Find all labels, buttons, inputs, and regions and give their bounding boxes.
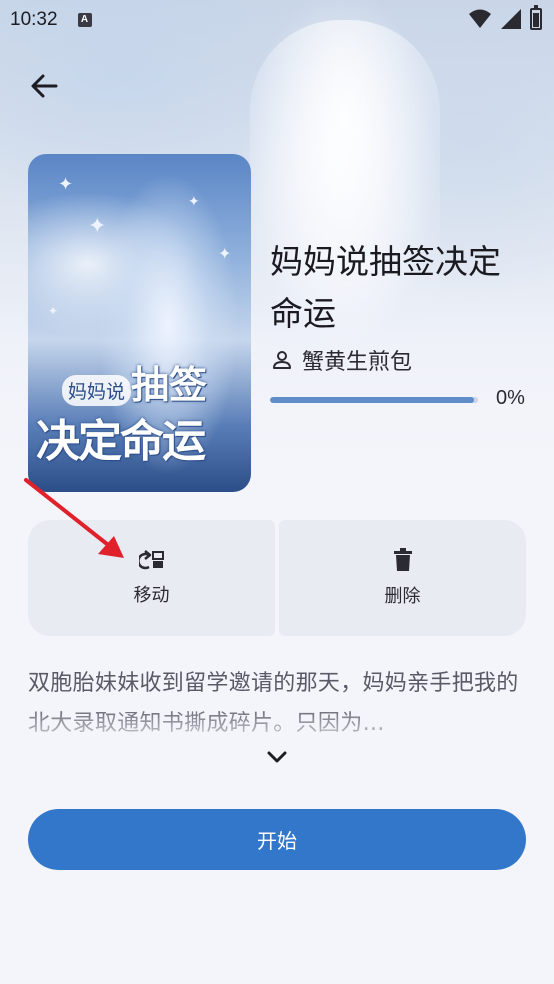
author-name: 蟹黄生煎包: [302, 350, 413, 375]
back-button[interactable]: [24, 66, 64, 106]
cover-star-decoration: ✦: [58, 174, 74, 195]
trash-icon: [393, 548, 412, 571]
notification-icon: A: [77, 13, 92, 27]
reading-progress-bar: [270, 397, 478, 403]
delete-button[interactable]: 删除: [279, 520, 526, 636]
delete-label: 删除: [384, 586, 421, 607]
cover-title-small: 妈妈说: [62, 375, 132, 406]
status-bar: 10:32 A: [0, 0, 554, 40]
status-time: 10:32: [10, 9, 58, 30]
cover-title-big1: 抽签: [131, 362, 208, 407]
annotation-arrow-icon: [24, 478, 124, 558]
cover-star-decoration: ✦: [88, 214, 107, 239]
reading-progress-text: 0%: [496, 387, 525, 409]
cover-title-big2: 决定命运: [36, 416, 206, 467]
cover-title: 妈妈说 抽签 决定命运: [36, 354, 246, 469]
description-fade: [28, 704, 526, 744]
signal-icon: [501, 9, 521, 29]
book-title: 妈妈说抽签决定命运: [270, 242, 501, 333]
cover-star-decoration: ✦: [188, 194, 200, 210]
battery-icon: [530, 5, 542, 30]
move-icon: [138, 550, 164, 570]
chevron-down-icon: [267, 751, 287, 763]
book-cover[interactable]: ✦ ✦ ✦ ✦ ✦ 妈妈说 抽签 决定命运: [28, 154, 251, 492]
expand-description-button[interactable]: [262, 742, 292, 772]
author-row[interactable]: 蟹黄生煎包: [272, 344, 412, 376]
arrow-left-icon: [31, 74, 58, 98]
wifi-icon: [469, 9, 491, 28]
start-reading-button[interactable]: 开始: [28, 809, 526, 870]
reading-progress-fill: [270, 397, 474, 403]
status-icons: [468, 5, 542, 30]
cover-star-decoration: ✦: [218, 244, 232, 263]
move-label: 移动: [133, 585, 170, 606]
cover-star-decoration: ✦: [48, 304, 59, 318]
person-icon: [273, 351, 291, 369]
